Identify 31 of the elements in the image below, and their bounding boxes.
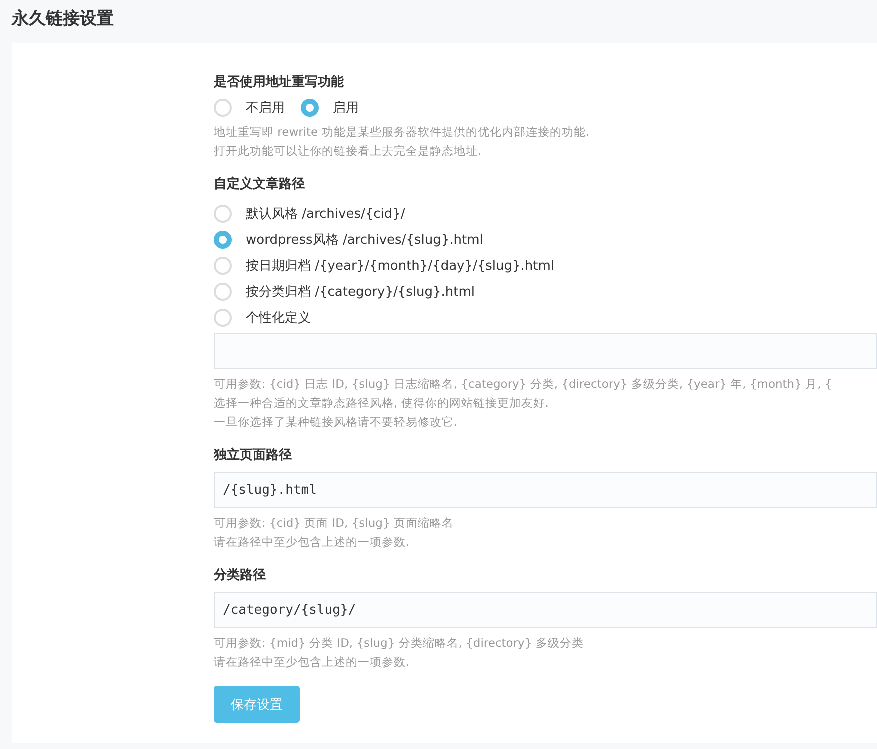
page-path-field[interactable]: /{slug}.html	[214, 472, 877, 508]
radio-button[interactable]	[214, 99, 232, 117]
custom-path-field[interactable]	[214, 333, 877, 369]
category-path-field[interactable]: /category/{slug}/	[214, 592, 877, 628]
radio-label: 启用	[333, 100, 359, 117]
radio-button[interactable]	[214, 231, 232, 249]
hint-text: 地址重写即 rewrite 功能是某些服务器软件提供的优化内部连接的功能.	[214, 124, 590, 141]
radio-label: 默认风格 /archives/{cid}/	[246, 206, 406, 223]
radio-label: 个性化定义	[246, 310, 311, 327]
radio-label: wordpress风格 /archives/{slug}.html	[246, 232, 484, 249]
radio-button[interactable]	[214, 309, 232, 327]
hint-text: 一旦你选择了某种链接风格请不要轻易修改它.	[214, 414, 459, 431]
radio-button[interactable]	[214, 205, 232, 223]
radio-label: 不启用	[246, 100, 285, 117]
hint-text: 请在路径中至少包含上述的一项参数.	[214, 654, 411, 671]
hint-text: 可用参数: {cid} 页面 ID, {slug} 页面缩略名	[214, 515, 455, 532]
hint-text: 打开此功能可以让你的链接看上去完全是静态地址.	[214, 143, 483, 160]
radio-button[interactable]	[301, 99, 319, 117]
radio-button[interactable]	[214, 257, 232, 275]
field-label: 分类路径	[214, 567, 267, 584]
hint-text: 请在路径中至少包含上述的一项参数.	[214, 534, 411, 551]
field-label: 独立页面路径	[214, 446, 293, 464]
hint-text: 可用参数: {cid} 日志 ID, {slug} 日志缩略名, {category} 分类, {directory} 多级分类, {year} 年, {month} 月, {	[214, 376, 834, 393]
radio-button[interactable]	[214, 283, 232, 301]
hint-text: 选择一种合适的文章静态路径风格, 使得你的网站链接更加友好.	[214, 395, 550, 412]
radio-label: 按日期归档 /{year}/{month}/{day}/{slug}.html	[246, 258, 555, 275]
field-label: 自定义文章路径	[214, 176, 306, 193]
page-title: 永久链接设置	[10, 8, 115, 31]
hint-text: 可用参数: {mid} 分类 ID, {slug} 分类缩略名, {directory} 多级分类	[214, 635, 585, 652]
field-label: 是否使用地址重写功能	[214, 74, 345, 91]
radio-label: 按分类归档 /{category}/{slug}.html	[246, 284, 476, 301]
